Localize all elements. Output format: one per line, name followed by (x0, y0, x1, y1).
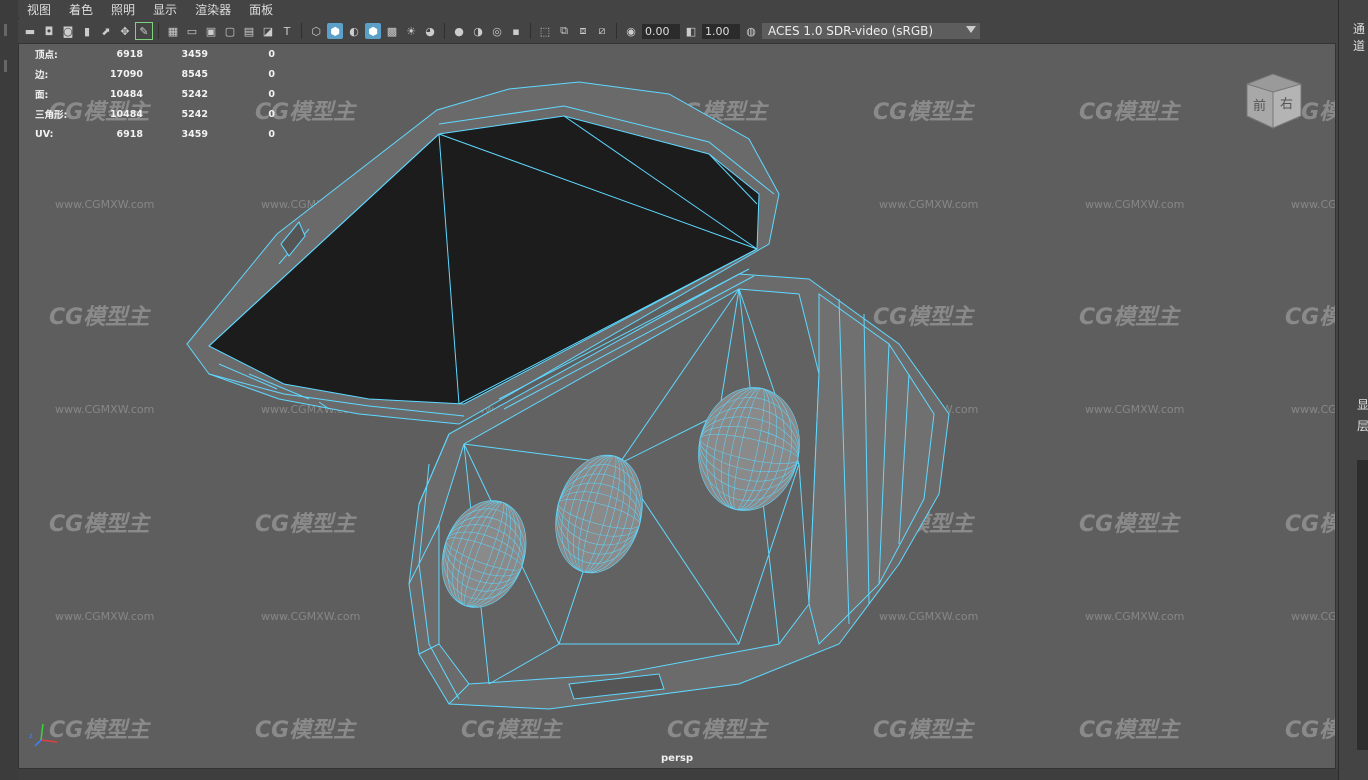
view-cube[interactable]: 前 右 (1243, 70, 1305, 132)
hud-value: 8545 (181, 68, 208, 80)
camera-attributes-icon[interactable]: ◘ (41, 23, 57, 39)
wireframe-icon[interactable]: ⬡ (308, 23, 324, 39)
hud-label: 边: (35, 70, 49, 81)
model-wireframe[interactable] (19, 44, 1336, 769)
hud-row-faces: 面: 10484 5242 0 (35, 84, 275, 104)
hud-value: 3459 (181, 48, 208, 60)
bookmark-icon[interactable]: ▮ (79, 23, 95, 39)
display-label[interactable]: 显 (1357, 396, 1368, 413)
svg-text:z: z (29, 732, 33, 740)
hud-value: 5242 (181, 108, 208, 120)
isolate-select-icon[interactable]: ⬚ (537, 23, 553, 39)
viewcube-right-label: 右 (1280, 97, 1293, 112)
anti-aliasing-icon[interactable]: ◎ (489, 23, 505, 39)
hud-value: 6918 (116, 48, 143, 60)
hud-row-vertices: 顶点: 6918 3459 0 (35, 44, 275, 64)
depth-of-field-icon[interactable]: ▪ (508, 23, 524, 39)
hud-label: UV: (35, 128, 54, 140)
hud-value: 10484 (109, 108, 143, 120)
grease-pencil-icon[interactable]: ✎ (135, 22, 153, 40)
use-all-lights-icon[interactable]: ☀ (403, 23, 419, 39)
image-plane-icon[interactable]: ⬈ (98, 23, 114, 39)
hud-value: 6918 (116, 128, 143, 140)
2d-pan-zoom-icon[interactable]: ✥ (117, 23, 133, 39)
gamma-icon[interactable]: ◧ (683, 23, 699, 39)
xray-active-components-icon[interactable]: ⧈ (575, 23, 591, 39)
hud-value: 3459 (181, 128, 208, 140)
safe-title-icon[interactable]: T (279, 23, 295, 39)
screen-space-ao-icon[interactable]: ● (451, 23, 467, 39)
view-transform-value: ACES 1.0 SDR-video (sRGB) (768, 24, 934, 38)
select-camera-icon[interactable]: ▬ (22, 23, 38, 39)
hud-value: 10484 (109, 88, 143, 100)
viewport-toolbar: ▬ ◘ ◙ ▮ ⬈ ✥ ✎ ▦ ▭ ▣ ▢ ▤ ◪ T ⬡ ⬢ ◐ ⬢ ▩ ☀ … (18, 19, 1336, 43)
poly-count-hud: 顶点: 6918 3459 0 边: 17090 8545 0 面: 10484… (35, 44, 275, 144)
hud-value: 0 (268, 68, 275, 80)
motion-blur-icon[interactable]: ◑ (470, 23, 486, 39)
panel-scrollbar[interactable] (1357, 460, 1368, 750)
field-chart-icon[interactable]: ▤ (241, 23, 257, 39)
hud-value: 0 (268, 48, 275, 60)
exposure-icon[interactable]: ◉ (623, 23, 639, 39)
shadows-icon[interactable]: ◕ (422, 23, 438, 39)
layer-label[interactable]: 层 (1357, 417, 1368, 434)
gate-mask-icon[interactable]: ▢ (222, 23, 238, 39)
hud-value: 5242 (181, 88, 208, 100)
channel-box-tab[interactable]: 通道 (1353, 20, 1368, 54)
menu-lighting[interactable]: 照明 (102, 1, 144, 18)
film-gate-icon[interactable]: ▭ (184, 23, 200, 39)
panel-grip[interactable] (4, 24, 7, 36)
toolbar-divider (158, 23, 159, 39)
hud-label: 面: (35, 90, 49, 101)
hud-value: 0 (268, 128, 275, 140)
hud-label: 三角形: (35, 110, 68, 121)
viewcube-front-label: 前 (1253, 98, 1266, 114)
view-transform-select[interactable]: ACES 1.0 SDR-video (sRGB) (762, 23, 980, 39)
chevron-down-icon (966, 26, 976, 33)
3d-viewport[interactable]: CG模型主 www.CGMXW.com CG模型主 www.CGMXW.com CG模型… (18, 43, 1336, 769)
bookmark-camera-icon[interactable]: ◙ (60, 23, 76, 39)
hud-row-triangles: 三角形: 10484 5242 0 (35, 104, 275, 124)
viewport-menu-bar: 视图 着色 照明 显示 渲染器 面板 (18, 0, 1336, 18)
viewport-bottom-bar (18, 769, 1338, 780)
menu-renderer[interactable]: 渲染器 (186, 1, 240, 18)
hud-label: 顶点: (35, 50, 58, 61)
toolbar-divider (530, 23, 531, 39)
default-material-icon[interactable]: ◐ (346, 23, 362, 39)
hud-value: 0 (268, 88, 275, 100)
textured-icon[interactable]: ▩ (384, 23, 400, 39)
wireframe-on-shaded-icon[interactable]: ⬢ (365, 23, 381, 39)
menu-view[interactable]: 视图 (18, 1, 60, 18)
hud-value: 0 (268, 108, 275, 120)
channel-box-panel: 通道 显 层 (1338, 0, 1368, 780)
smooth-shade-icon[interactable]: ⬢ (327, 23, 343, 39)
camera-label: persp (661, 753, 693, 764)
gamma-field[interactable]: 1.00 (702, 23, 740, 39)
left-toolbox-strip (0, 0, 19, 780)
exposure-field[interactable]: 0.00 (642, 23, 680, 39)
toolbar-divider (444, 23, 445, 39)
hud-row-edges: 边: 17090 8545 0 (35, 64, 275, 84)
panel-grip[interactable] (4, 60, 7, 72)
xray-icon[interactable]: ⧉ (556, 23, 572, 39)
menu-show[interactable]: 显示 (144, 1, 186, 18)
safe-action-icon[interactable]: ◪ (260, 23, 276, 39)
hud-value: 17090 (109, 68, 143, 80)
menu-shading[interactable]: 着色 (60, 1, 102, 18)
hud-row-uvs: UV: 6918 3459 0 (35, 124, 275, 144)
xray-joints-icon[interactable]: ⧄ (594, 23, 610, 39)
color-management-icon[interactable]: ◍ (743, 23, 759, 39)
axis-gizmo-icon: z (29, 723, 58, 747)
menu-panels[interactable]: 面板 (240, 1, 282, 18)
resolution-gate-icon[interactable]: ▣ (203, 23, 219, 39)
toolbar-divider (616, 23, 617, 39)
toolbar-divider (301, 23, 302, 39)
grid-icon[interactable]: ▦ (165, 23, 181, 39)
